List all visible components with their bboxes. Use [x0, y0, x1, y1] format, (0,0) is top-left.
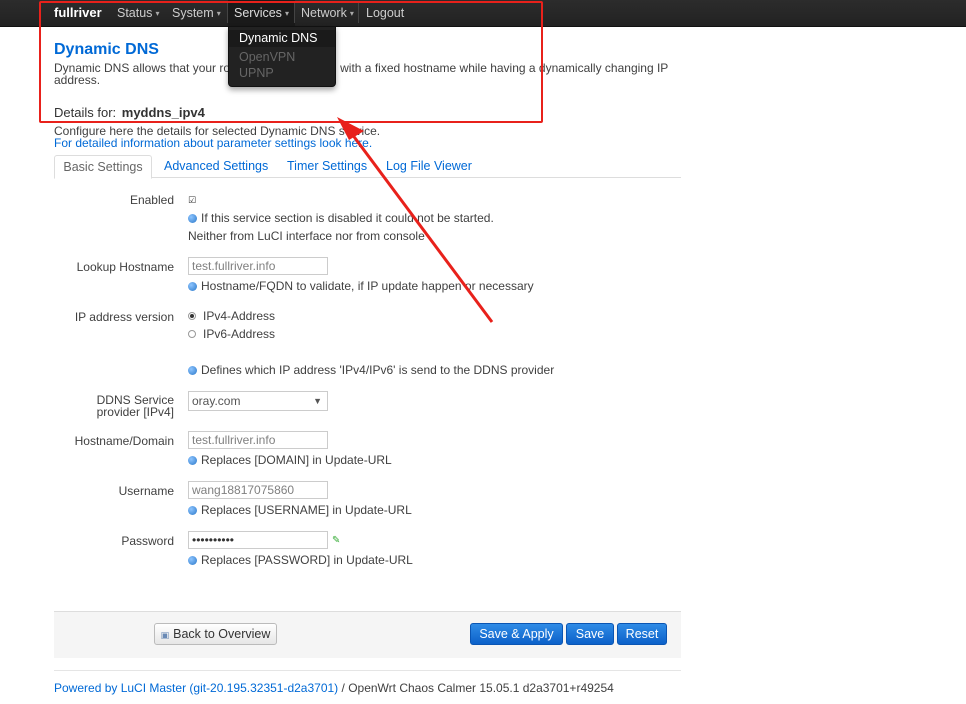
- dropdown-item-dynamic-dns[interactable]: Dynamic DNS: [229, 30, 335, 47]
- reveal-password-icon[interactable]: ✎: [332, 535, 340, 546]
- nav-status[interactable]: Status ▾: [117, 0, 159, 26]
- info-icon: [188, 456, 197, 465]
- info-icon: [188, 556, 197, 565]
- footer: Powered by LuCI Master (git-20.195.32351…: [54, 681, 614, 695]
- ipv6-radio[interactable]: [188, 330, 196, 338]
- back-icon: ▣: [160, 630, 170, 640]
- details-heading: Details for: myddns_ipv4: [54, 105, 205, 120]
- service-name: myddns_ipv4: [121, 105, 205, 120]
- tab-advanced-settings[interactable]: Advanced Settings: [164, 159, 268, 173]
- ip-version-hint: Defines which IP address 'IPv4/IPv6' is …: [188, 363, 554, 377]
- info-icon: [188, 282, 197, 291]
- tab-basic-settings[interactable]: Basic Settings: [54, 155, 152, 179]
- top-navbar: fullriver Status ▾ System ▾ Services ▾ Netw…: [0, 0, 966, 27]
- hostname-domain-label: Hostname/Domain: [74, 434, 174, 448]
- username-label: Username: [118, 484, 174, 498]
- nav-logout[interactable]: Logout: [366, 0, 404, 26]
- hostname-domain-input[interactable]: test.fullriver.info: [188, 431, 328, 449]
- ip-version-label: IP address version: [74, 310, 174, 324]
- caret-down-icon: ▾: [284, 9, 289, 18]
- enabled-hint-2: Neither from LuCI interface nor from con…: [188, 229, 425, 243]
- dropdown-item-upnp[interactable]: UPNP: [239, 66, 274, 80]
- username-input[interactable]: wang18817075860: [188, 481, 328, 499]
- nav-divider: [294, 3, 295, 23]
- caret-down-icon: ▾: [349, 9, 354, 18]
- nav-services[interactable]: Services ▾: [228, 0, 295, 26]
- page-description: Dynamic DNS allows that your router can …: [54, 61, 669, 87]
- brand-logo[interactable]: fullriver: [54, 5, 102, 20]
- caret-down-icon: ▾: [155, 9, 160, 18]
- info-icon: [188, 506, 197, 515]
- tab-log-file-viewer[interactable]: Log File Viewer: [386, 159, 472, 173]
- nav-divider: [358, 3, 359, 23]
- save-apply-button[interactable]: Save & Apply: [470, 623, 563, 645]
- page-title: Dynamic DNS: [54, 41, 159, 58]
- services-dropdown: Dynamic DNS OpenVPN UPNP: [228, 26, 336, 87]
- info-icon: [188, 366, 197, 375]
- caret-down-icon: ▾: [216, 9, 221, 18]
- save-button[interactable]: Save: [566, 623, 614, 645]
- ddns-provider-select[interactable]: oray.com ▼: [188, 391, 328, 411]
- ipv6-radio-label[interactable]: IPv6-Address: [203, 327, 275, 341]
- nav-system[interactable]: System ▾: [172, 0, 221, 26]
- config-help-link[interactable]: For detailed information about parameter…: [54, 136, 372, 150]
- enabled-label: Enabled: [129, 193, 174, 207]
- tab-timer-settings[interactable]: Timer Settings: [287, 159, 367, 173]
- enabled-hint: If this service section is disabled it c…: [188, 211, 494, 225]
- dropdown-item-openvpn[interactable]: OpenVPN: [239, 50, 295, 64]
- ddns-provider-label: DDNS Service provider [IPv4]: [96, 393, 174, 419]
- username-hint: Replaces [USERNAME] in Update-URL: [188, 503, 412, 517]
- luci-link[interactable]: Powered by LuCI Master (git-20.195.32351…: [54, 681, 338, 695]
- nav-network[interactable]: Network ▾: [301, 0, 354, 26]
- ipv4-radio[interactable]: [188, 312, 196, 320]
- ipv4-radio-label[interactable]: IPv4-Address: [203, 309, 275, 323]
- footer-divider: [54, 670, 681, 671]
- hostname-domain-hint: Replaces [DOMAIN] in Update-URL: [188, 453, 392, 467]
- password-label: Password: [121, 534, 174, 548]
- password-hint: Replaces [PASSWORD] in Update-URL: [188, 553, 413, 567]
- reset-button[interactable]: Reset: [617, 623, 667, 645]
- back-to-overview-button[interactable]: ▣ Back to Overview: [154, 623, 277, 645]
- enabled-checkbox[interactable]: ☑: [188, 195, 196, 206]
- lookup-hostname-hint: Hostname/FQDN to validate, if IP update …: [188, 279, 534, 293]
- lookup-hostname-input[interactable]: test.fullriver.info: [188, 257, 328, 275]
- info-icon: [188, 214, 197, 223]
- password-input[interactable]: ••••••••••: [188, 531, 328, 549]
- dropdown-arrow-icon: ▼: [313, 396, 322, 406]
- lookup-hostname-label: Lookup Hostname: [76, 260, 174, 274]
